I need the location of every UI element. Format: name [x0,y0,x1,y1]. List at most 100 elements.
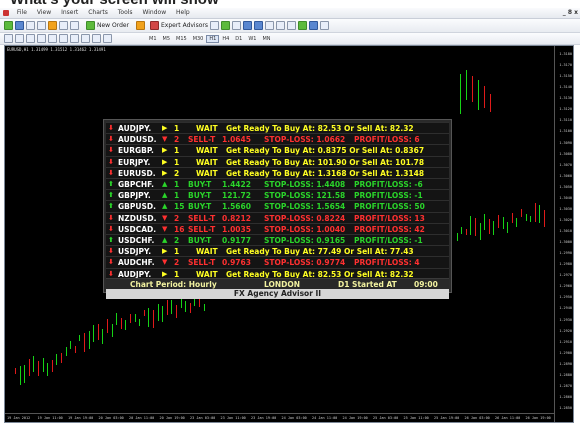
label-icon[interactable] [92,34,101,43]
data-window-icon[interactable] [37,21,46,30]
market-watch-icon[interactable] [26,21,35,30]
candle [88,331,90,349]
candle [171,300,173,314]
candle [125,320,127,330]
chart-title: EURUSD,H1 1.31499 1.31512 1.31462 1.3149… [7,47,106,52]
price-label: 1.3010 [559,229,572,233]
signal-row: ⬇ NZDUSD. ▼ 2 SELL-T 0.8212 STOP-LOSS: 0.8224 P… [106,211,449,224]
product-name-bar: FX Agency Advisor II [106,289,449,299]
menu-view[interactable]: View [33,8,55,16]
new-order-button[interactable]: New Order [86,21,129,30]
candle [15,368,16,374]
candle [478,80,479,110]
price-label: 1.2930 [559,317,572,322]
tf-mn[interactable]: MN [259,35,273,43]
candle [51,360,53,372]
entry-price: 121.72 [222,191,251,201]
candle [93,324,95,342]
candle [102,328,104,344]
text-icon[interactable] [81,34,90,43]
tile-windows-icon[interactable] [265,21,274,30]
signal-count: 1 [174,157,180,167]
tf-h1[interactable]: H1 [206,34,220,43]
vertical-line-icon[interactable] [26,34,35,43]
terminal-icon[interactable] [59,21,68,30]
indicators-icon[interactable] [298,21,307,30]
periods-icon[interactable] [309,21,318,30]
templates-icon[interactable] [320,21,329,30]
metaeditor-icon[interactable] [136,21,145,30]
price-label: 1.3120 [559,107,572,112]
zoom-out-icon[interactable] [254,21,263,30]
tf-m30[interactable]: M30 [190,35,207,43]
signal-message: Get Ready To Buy At: 82.53 Or Sell At: 8… [226,124,414,133]
price-label: 1.3080 [559,151,572,156]
window-controls[interactable]: _ 8 x [563,9,578,16]
expert-advisors-icon [150,21,159,30]
tf-h4[interactable]: H4 [219,35,232,43]
time-label: 20 Jan 19:00 [159,416,185,420]
horizontal-line-icon[interactable] [37,34,46,43]
signal-row: ⬇ USDCAD. ▼ 16 SELL-T 1.0035 STOP-LOSS: 1.0040… [106,222,449,235]
chart-shift-icon[interactable] [287,21,296,30]
time-scale[interactable]: 19 Jan 2012 19 Jan 11:00 19 Jan 19:00 20 Ja… [5,413,555,422]
entry-price: 0.9177 [222,236,251,245]
fibonacci-icon[interactable] [70,34,79,43]
entry-price: 0.9763 [222,258,251,268]
tf-m15[interactable]: M15 [173,35,190,43]
price-label: 1.3020 [559,217,572,222]
pair-name: EURJPY. [118,157,151,167]
menu-window[interactable]: Window [138,8,170,16]
trendline-icon[interactable] [48,34,57,43]
arrows-icon[interactable] [103,34,112,43]
tf-m1[interactable]: M1 [146,35,160,43]
time-label: 19 Jan 19:00 [68,416,94,420]
cursor-icon[interactable] [4,34,13,43]
navigator-icon[interactable] [48,21,57,30]
bar-chart-icon[interactable] [210,21,219,30]
candle [143,310,145,316]
strategy-tester-icon[interactable] [70,21,79,30]
price-label: 1.3090 [559,140,572,145]
stop-loss: STOP-LOSS: 121.58 [264,191,346,201]
expert-advisors-button[interactable]: Expert Advisors [150,21,208,30]
pair-name: AUDJPY. [118,124,152,133]
crosshair-icon[interactable] [15,34,24,43]
line-chart-icon[interactable] [232,21,241,30]
pair-arrow-icon: ⬇ [108,213,114,222]
signal-row: ⬇ EURUSD. ▶ 2 WAIT Get Ready To Buy At: 1.316… [106,166,449,179]
tf-w1[interactable]: W1 [245,35,259,43]
signal-action: WAIT [196,168,218,178]
candle [498,214,499,228]
signal-row: ⬇ EURGBP. ▶ 1 WAIT Get Ready To Buy At: 0.837… [106,144,449,157]
candle [479,222,481,240]
candle [203,303,205,311]
menu-file[interactable]: File [13,8,31,16]
pair-name: GBPJPY. [118,191,151,201]
channel-icon[interactable] [59,34,68,43]
candle [176,304,177,318]
menu-tools[interactable]: Tools [114,8,137,16]
tf-m5[interactable]: M5 [160,35,174,43]
price-scale[interactable]: 1.3180 1.3170 1.3150 1.3140 1.3130 1.3120 1.31… [554,46,573,422]
new-chart-icon[interactable] [4,21,13,30]
price-label: 1.3040 [559,195,572,200]
pair-arrow-icon: ⬆ [108,236,114,244]
auto-scroll-icon[interactable] [276,21,285,30]
price-label: 1.2890 [559,361,572,366]
tf-d1[interactable]: D1 [232,35,245,43]
pair-name: EURGBP. [118,146,154,156]
menu-insert[interactable]: Insert [57,8,82,16]
signal-action: BUY-T [188,191,212,201]
menu-help[interactable]: Help [172,8,194,16]
headline-text: What's your screen will show [10,0,219,8]
pair-arrow-icon: ⬇ [108,146,114,155]
candlestick-icon[interactable] [221,21,230,30]
profiles-icon[interactable] [15,21,24,30]
pair-arrow-icon: ⬇ [108,124,114,132]
zoom-in-icon[interactable] [243,21,252,30]
menu-charts[interactable]: Charts [84,8,112,16]
pair-name: AUDCHF. [118,258,155,268]
pair-arrow-icon: ⬇ [108,168,114,177]
signal-message: Get Ready To Buy At: 0.8375 Or Sell At: … [226,146,425,156]
